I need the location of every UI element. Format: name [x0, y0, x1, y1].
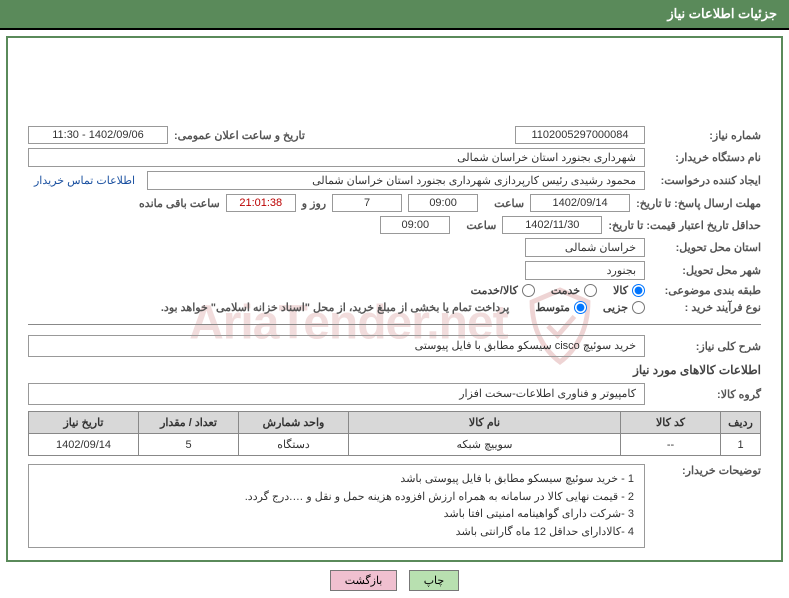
countdown: 21:01:38 — [226, 194, 296, 212]
table-header-row: ردیف کد کالا نام کالا واحد شمارش تعداد /… — [29, 412, 761, 434]
city-label: شهر محل تحویل: — [651, 264, 761, 277]
group-value: کامپیوتر و فناوری اطلاعات-سخت افزار — [28, 383, 645, 405]
desc-value: خرید سوئیچ cisco سیسکو مطابق با فایل پیو… — [28, 335, 645, 357]
city-value: بجنورد — [525, 261, 645, 280]
deadline-label: مهلت ارسال پاسخ: تا تاریخ: — [636, 197, 761, 210]
proc-label: نوع فرآیند خرید : — [651, 301, 761, 314]
buyer-note-line: 2 - قیمت نهایی کالا در سامانه به همراه ا… — [39, 489, 634, 507]
deadline-time-label: ساعت — [484, 197, 524, 210]
buyer-org-label: نام دستگاه خریدار: — [651, 151, 761, 164]
radio-service-input[interactable] — [584, 284, 597, 297]
th-qty: تعداد / مقدار — [139, 412, 239, 434]
desc-label: شرح کلی نیاز: — [651, 340, 761, 353]
buyer-notes-box: 1 - خرید سوئیچ سیسکو مطابق با فایل پیوست… — [28, 464, 645, 548]
radio-medium-label: متوسط — [535, 301, 570, 314]
th-date: تاریخ نیاز — [29, 412, 139, 434]
validity-time: 09:00 — [380, 216, 450, 234]
days-remaining: 7 — [332, 194, 402, 212]
buyer-note-line: 1 - خرید سوئیچ سیسکو مطابق با فایل پیوست… — [39, 471, 634, 489]
td-qty: 5 — [139, 434, 239, 456]
radio-both[interactable]: کالا/خدمت — [471, 284, 535, 297]
buyer-notes-label: توضیحات خریدار: — [651, 464, 761, 477]
creator-value: محمود رشیدی رئیس کارپردازی شهرداری بجنور… — [147, 171, 645, 190]
need-no-value: 1102005297000084 — [515, 126, 645, 144]
page-title: جزئیات اطلاعات نیاز — [0, 0, 789, 30]
radio-medium-input[interactable] — [574, 301, 587, 314]
radio-goods[interactable]: کالا — [613, 284, 645, 297]
radio-minor[interactable]: جزیی — [603, 301, 645, 314]
contact-link[interactable]: اطلاعات تماس خریدار — [28, 174, 141, 187]
th-idx: ردیف — [721, 412, 761, 434]
radio-goods-label: کالا — [613, 284, 628, 297]
need-no-label: شماره نیاز: — [651, 129, 761, 142]
validity-time-label: ساعت — [456, 219, 496, 232]
print-button[interactable]: چاپ — [409, 570, 460, 591]
group-label: گروه کالا: — [651, 388, 761, 401]
td-name: سوییچ شبکه — [349, 434, 621, 456]
radio-service-label: خدمت — [551, 284, 580, 297]
td-code: -- — [621, 434, 721, 456]
td-idx: 1 — [721, 434, 761, 456]
deadline-date: 1402/09/14 — [530, 194, 630, 212]
announce-value: 1402/09/06 - 11:30 — [28, 126, 168, 144]
radio-goods-input[interactable] — [632, 284, 645, 297]
goods-table: ردیف کد کالا نام کالا واحد شمارش تعداد /… — [28, 411, 761, 456]
form-content: AriaTender.net شماره نیاز: 1102005297000… — [6, 36, 783, 562]
days-label: روز و — [302, 197, 326, 210]
td-unit: دستگاه — [239, 434, 349, 456]
remain-label: ساعت باقی مانده — [139, 197, 220, 210]
separator — [28, 324, 761, 325]
radio-both-label: کالا/خدمت — [471, 284, 518, 297]
table-row: 1 -- سوییچ شبکه دستگاه 5 1402/09/14 — [29, 434, 761, 456]
validity-label: حداقل تاریخ اعتبار قیمت: تا تاریخ: — [608, 219, 761, 232]
buyer-note-line: 4 -کالادارای حداقل 12 ماه گارانتی باشد — [39, 524, 634, 542]
creator-label: ایجاد کننده درخواست: — [651, 174, 761, 187]
td-date: 1402/09/14 — [29, 434, 139, 456]
buyer-org-value: شهرداری بجنورد استان خراسان شمالی — [28, 148, 645, 167]
validity-date: 1402/11/30 — [502, 216, 602, 234]
radio-service[interactable]: خدمت — [551, 284, 597, 297]
proc-note: پرداخت تمام یا بخشی از مبلغ خرید، از محل… — [161, 301, 509, 314]
th-unit: واحد شمارش — [239, 412, 349, 434]
buyer-note-line: 3 -شرکت دارای گواهینامه امنیتی افتا باشد — [39, 506, 634, 524]
announce-label: تاریخ و ساعت اعلان عمومی: — [174, 129, 305, 142]
button-bar: چاپ بازگشت — [0, 570, 789, 597]
radio-medium[interactable]: متوسط — [535, 301, 587, 314]
th-name: نام کالا — [349, 412, 621, 434]
province-value: خراسان شمالی — [525, 238, 645, 257]
radio-both-input[interactable] — [522, 284, 535, 297]
th-code: کد کالا — [621, 412, 721, 434]
goods-section-title: اطلاعات کالاهای مورد نیاز — [28, 363, 761, 377]
class-label: طبقه بندی موضوعی: — [651, 284, 761, 297]
radio-minor-input[interactable] — [632, 301, 645, 314]
province-label: استان محل تحویل: — [651, 241, 761, 254]
deadline-time: 09:00 — [408, 194, 478, 212]
radio-minor-label: جزیی — [603, 301, 628, 314]
back-button[interactable]: بازگشت — [330, 570, 398, 591]
